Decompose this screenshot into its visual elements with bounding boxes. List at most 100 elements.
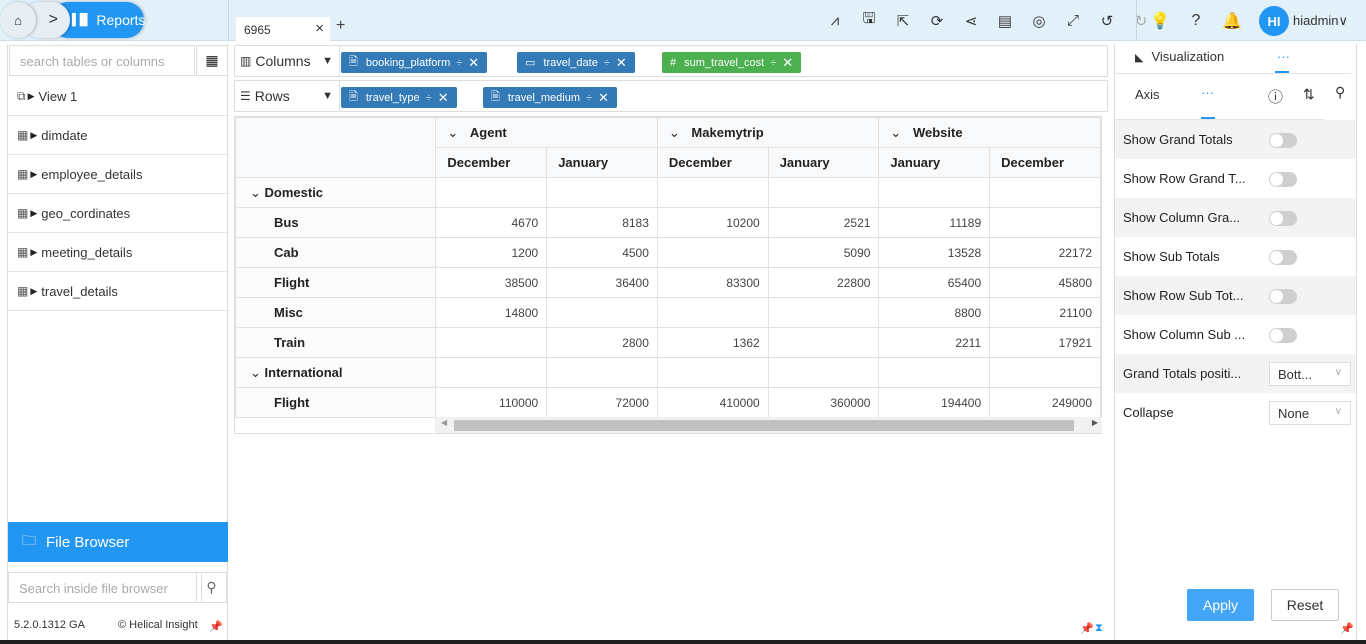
group-header[interactable]: ⌄ International (235, 357, 437, 388)
top-bar: ⌂ > ▐▐▌ Reports 6965 × + ⩘ 🖫 ⇱ ⟳ ⋖ ▤ ◎ ⤢ ↺ ↻ 💡? 🔔 HI… (0, 0, 1366, 41)
close-icon[interactable]: ✕ (468, 55, 479, 71)
row-header[interactable]: Train (235, 327, 437, 358)
close-icon[interactable]: ✕ (782, 55, 793, 71)
month-header[interactable]: December (435, 147, 548, 178)
tab-axis[interactable]: Axis (1135, 87, 1160, 102)
user-menu[interactable]: hiadmin∨ (1293, 13, 1348, 29)
scroll-right-icon[interactable]: ▶ (1092, 418, 1098, 427)
caret-right-icon[interactable]: ▶ (28, 91, 35, 102)
search-icon[interactable]: ⚲ (1335, 84, 1345, 101)
column-group-header[interactable]: ⌄ Makemytrip (656, 117, 880, 148)
option-select[interactable]: None ∨ (1269, 401, 1351, 425)
move-icon[interactable]: ÷ (586, 92, 592, 104)
tab-more[interactable]: ··· (1277, 49, 1290, 64)
pin-icon[interactable]: 📌 (1340, 622, 1354, 635)
scroll-thumb[interactable] (454, 420, 1074, 431)
lightbulb-icon[interactable]: 💡 (1142, 11, 1178, 31)
month-header[interactable]: January (546, 147, 658, 178)
toggle-switch[interactable] (1269, 172, 1297, 187)
home-button[interactable]: ⌂ (0, 2, 36, 38)
pin-icon[interactable]: 📌 (209, 620, 223, 633)
refresh-icon[interactable]: ⟳ (920, 12, 954, 30)
file-browser-button[interactable]: 🗀 File Browser (8, 522, 228, 562)
fullscreen-icon[interactable]: ⤢ (1056, 12, 1090, 29)
avatar[interactable]: HI (1259, 6, 1289, 36)
caret-right-icon[interactable]: ▶ (30, 286, 37, 297)
search-tables-input[interactable]: search tables or columns (9, 45, 195, 76)
row-header[interactable]: Misc (235, 297, 437, 328)
export-icon[interactable]: ⇱ (886, 12, 920, 30)
field-pill[interactable]: ▭ travel_date ÷ ✕ (517, 52, 635, 73)
field-pill[interactable]: 🗎 travel_type ÷ ✕ (341, 87, 457, 108)
sort-icon[interactable]: ⇅ (1303, 86, 1315, 103)
tree-item[interactable]: ▦ ▶ employee_details (8, 155, 229, 194)
close-icon[interactable]: × (315, 20, 324, 37)
reset-button[interactable]: Reset (1271, 589, 1339, 621)
chevron-down-icon[interactable]: ⌄ (250, 365, 265, 380)
tree-item[interactable]: ⧉ ▶ View 1 (8, 77, 229, 116)
move-icon[interactable]: ÷ (604, 57, 610, 69)
caret-down-icon[interactable]: ▼ (322, 90, 333, 102)
caret-right-icon[interactable]: ▶ (30, 208, 37, 219)
horizontal-scrollbar[interactable]: ◀ ▶ (435, 417, 1102, 433)
save-icon[interactable]: 🖫 (852, 8, 886, 33)
column-group-header[interactable]: ⌄ Agent (435, 117, 658, 148)
share-icon[interactable]: ⋖ (954, 12, 988, 30)
tab-visualization[interactable]: ◣ Visualization (1135, 49, 1224, 64)
caret-right-icon[interactable]: ▶ (30, 247, 37, 258)
tree-item[interactable]: ▦ ▶ dimdate (8, 116, 229, 155)
chevron-down-icon[interactable]: ⌄ (447, 125, 462, 140)
tab-more-options[interactable]: ··· (1201, 85, 1214, 100)
toggle-switch[interactable] (1269, 250, 1297, 265)
table-view-button[interactable]: ▦ (196, 45, 228, 76)
month-header[interactable]: December (989, 147, 1101, 178)
bell-icon[interactable]: 🔔 (1214, 11, 1250, 31)
undo-icon[interactable]: ↺ (1090, 12, 1124, 30)
toggle-switch[interactable] (1269, 211, 1297, 226)
move-icon[interactable]: ÷ (426, 92, 432, 104)
layout-icon[interactable]: ▤ (988, 12, 1022, 30)
month-header[interactable]: December (656, 147, 769, 178)
move-icon[interactable]: ÷ (770, 57, 776, 69)
search-button[interactable]: ⚲ (196, 572, 227, 603)
help-icon[interactable]: ⓘ (1268, 86, 1283, 107)
tree-item[interactable]: ▦ ▶ geo_cordinates (8, 194, 229, 233)
toggle-switch[interactable] (1269, 289, 1297, 304)
close-icon[interactable]: ✕ (438, 90, 449, 106)
option-row: Show Row Grand T... (1115, 159, 1356, 198)
group-header[interactable]: ⌄ Domestic (235, 177, 437, 208)
chevron-down-icon[interactable]: ⌄ (890, 125, 905, 140)
chevron-down-icon[interactable]: ⌄ (669, 125, 684, 140)
scroll-left-icon[interactable]: ◀ (441, 418, 447, 427)
tab-report[interactable]: 6965 × (236, 17, 330, 41)
tree-item[interactable]: ▦ ▶ meeting_details (8, 233, 229, 272)
option-select[interactable]: Bott... ∨ (1269, 362, 1351, 386)
line-chart-icon[interactable]: ⩘ (818, 12, 852, 29)
row-header[interactable]: Flight (235, 267, 437, 298)
apply-button[interactable]: Apply (1187, 589, 1254, 621)
field-pill[interactable]: # sum_travel_cost ÷ ✕ (662, 52, 802, 73)
close-icon[interactable]: ✕ (616, 55, 627, 71)
row-header[interactable]: Flight (235, 387, 437, 418)
row-header[interactable]: Cab (235, 237, 437, 268)
month-header[interactable]: January (767, 147, 880, 178)
toggle-switch[interactable] (1269, 328, 1297, 343)
month-header[interactable]: January (878, 147, 991, 178)
pin-icon[interactable]: 📌 (1080, 622, 1094, 635)
tree-item[interactable]: ▦ ▶ travel_details (8, 272, 229, 311)
help-icon[interactable]: ? (1178, 12, 1214, 30)
field-pill[interactable]: 🗎 travel_medium ÷ ✕ (483, 87, 617, 108)
add-tab-button[interactable]: + (336, 17, 345, 35)
move-icon[interactable]: ÷ (456, 57, 462, 69)
toggle-switch[interactable] (1269, 133, 1297, 148)
row-header[interactable]: Bus (235, 207, 437, 238)
caret-right-icon[interactable]: ▶ (30, 130, 37, 141)
caret-right-icon[interactable]: ▶ (30, 169, 37, 180)
file-browser-search-input[interactable]: Search inside file browser (8, 572, 202, 603)
chevron-down-icon[interactable]: ⌄ (250, 185, 265, 200)
caret-down-icon[interactable]: ▼ (322, 55, 333, 67)
close-icon[interactable]: ✕ (598, 90, 609, 106)
column-group-header[interactable]: ⌄ Website (878, 117, 1101, 148)
preview-icon[interactable]: ◎ (1022, 12, 1056, 30)
field-pill[interactable]: 🗎 booking_platform ÷ ✕ (341, 52, 488, 73)
